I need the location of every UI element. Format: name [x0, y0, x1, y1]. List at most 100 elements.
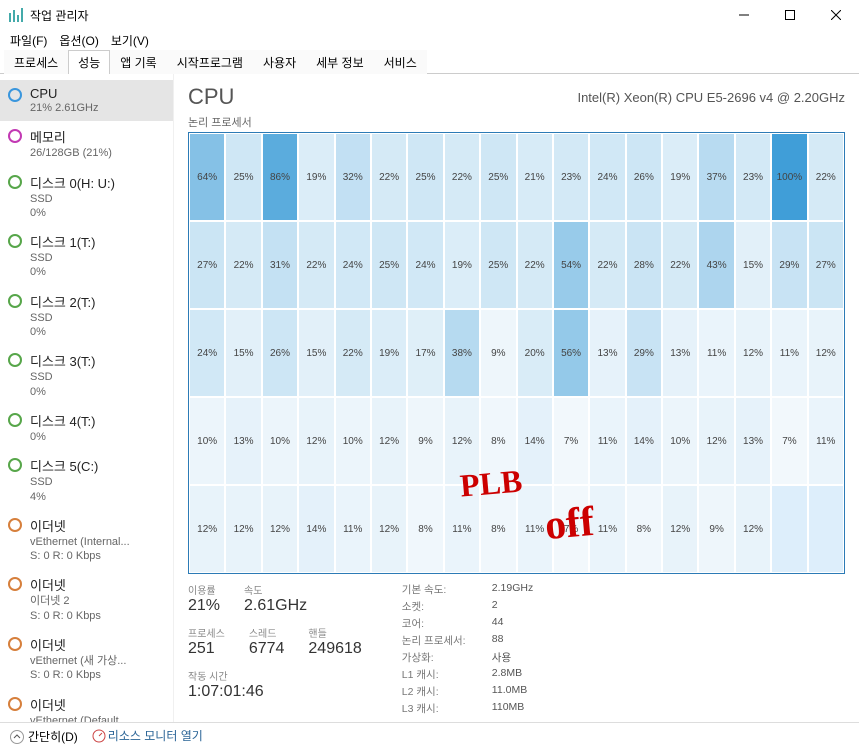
cpu-cell: 10%	[189, 397, 225, 485]
cpu-cell: 28%	[626, 221, 662, 309]
cpu-cell: 24%	[589, 133, 625, 221]
cpu-cell: 7%	[553, 485, 589, 573]
cpu-cell: 22%	[662, 221, 698, 309]
tab-5[interactable]: 세부 정보	[306, 50, 374, 74]
status-ring-icon	[8, 88, 22, 102]
titlebar: 작업 관리자	[0, 0, 859, 30]
sidebar-item-title: 디스크 2(T:)	[30, 292, 96, 311]
stat-value: 2.61GHz	[244, 597, 307, 615]
sidebar-item-sub: 4%	[30, 490, 98, 504]
sidebar-item-title: 메모리	[30, 127, 112, 146]
cpu-model: Intel(R) Xeon(R) CPU E5-2696 v4 @ 2.20GH…	[577, 90, 845, 105]
cpu-cell: 22%	[589, 221, 625, 309]
cpu-cell: 22%	[225, 221, 261, 309]
cpu-cell: 15%	[735, 221, 771, 309]
cpu-cell: 25%	[480, 221, 516, 309]
chevron-up-icon	[10, 730, 24, 744]
tab-0[interactable]: 프로세스	[4, 50, 68, 74]
status-ring-icon	[8, 129, 22, 143]
kv-label: 소켓:	[402, 599, 482, 614]
cpu-cell: 29%	[771, 221, 807, 309]
cpu-cell	[771, 485, 807, 573]
cpu-cell: 27%	[189, 221, 225, 309]
cpu-cell: 43%	[698, 221, 734, 309]
close-button[interactable]	[813, 0, 859, 30]
stat-label: 프로세스	[188, 625, 225, 640]
kv-value: 44	[492, 616, 533, 631]
tab-1[interactable]: 성능	[68, 50, 110, 74]
sidebar-item-sub: 이더넷 2	[30, 594, 101, 608]
resource-monitor-link[interactable]: 리소스 모니터 열기	[92, 727, 203, 745]
menu-options[interactable]: 옵션(O)	[55, 32, 102, 49]
sidebar-item-0[interactable]: CPU21% 2.61GHz	[0, 80, 173, 121]
cpu-cell: 24%	[335, 221, 371, 309]
cpu-cell: 56%	[553, 309, 589, 397]
window-title: 작업 관리자	[30, 7, 89, 24]
kv-value: 사용	[492, 650, 533, 665]
cpu-cell: 22%	[517, 221, 553, 309]
cpu-cell: 32%	[335, 133, 371, 221]
uptime-label: 작동 시간	[188, 668, 362, 683]
stats-left: 이용률21%속도2.61GHz 프로세스251스레드6774핸들249618 작…	[188, 582, 362, 716]
sidebar-item-sub: SSD	[30, 251, 96, 265]
sidebar-item-6[interactable]: 디스크 4(T:)0%	[0, 405, 173, 450]
menu-file[interactable]: 파일(F)	[6, 32, 51, 49]
status-ring-icon	[8, 518, 22, 532]
sidebar-item-1[interactable]: 메모리26/128GB (21%)	[0, 121, 173, 166]
app-icon	[8, 7, 24, 23]
cpu-cell: 31%	[262, 221, 298, 309]
sidebar-item-2[interactable]: 디스크 0(H: U:)SSD0%	[0, 167, 173, 227]
cpu-heatmap: 64%25%86%19%32%22%25%22%25%21%23%24%26%1…	[188, 132, 845, 574]
sidebar-item-9[interactable]: 이더넷이더넷 2S: 0 R: 0 Kbps	[0, 569, 173, 629]
kv-label: 가상화:	[402, 650, 482, 665]
maximize-button[interactable]	[767, 0, 813, 30]
cpu-cell: 21%	[517, 133, 553, 221]
sidebar-item-10[interactable]: 이더넷vEthernet (새 가상...S: 0 R: 0 Kbps	[0, 629, 173, 689]
cpu-cell: 15%	[298, 309, 334, 397]
stat-label: 이용률	[188, 582, 220, 597]
cpu-cell: 19%	[444, 221, 480, 309]
sidebar-item-sub: vEthernet (Internal...	[30, 535, 130, 549]
sidebar-item-5[interactable]: 디스크 3(T:)SSD0%	[0, 345, 173, 405]
sidebar-item-sub: 0%	[30, 265, 96, 279]
status-ring-icon	[8, 458, 22, 472]
cpu-cell: 11%	[335, 485, 371, 573]
tab-2[interactable]: 앱 기록	[110, 50, 166, 74]
cpu-cell: 12%	[262, 485, 298, 573]
tab-4[interactable]: 사용자	[253, 50, 306, 74]
cpu-cell: 12%	[189, 485, 225, 573]
sidebar-item-sub: S: 0 R: 0 Kbps	[30, 609, 101, 623]
sidebar-item-title: 이더넷	[30, 516, 130, 535]
footer: 간단히(D) 리소스 모니터 열기	[0, 722, 859, 750]
kv-value: 2	[492, 599, 533, 614]
cpu-cell: 26%	[262, 309, 298, 397]
sidebar: CPU21% 2.61GHz메모리26/128GB (21%)디스크 0(H: …	[0, 74, 174, 722]
sidebar-item-8[interactable]: 이더넷vEthernet (Internal...S: 0 R: 0 Kbps	[0, 510, 173, 570]
kv-label: L2 캐시:	[402, 684, 482, 699]
cpu-cell: 13%	[662, 309, 698, 397]
sidebar-item-sub: 0%	[30, 430, 96, 444]
cpu-cell: 13%	[735, 397, 771, 485]
stats-right: 기본 속도:2.19GHz소켓:2코어:44논리 프로세서:88가상화:사용L1…	[402, 582, 533, 716]
tab-6[interactable]: 서비스	[374, 50, 427, 74]
cpu-cell: 25%	[225, 133, 261, 221]
less-details-button[interactable]: 간단히(D)	[10, 728, 78, 745]
sidebar-item-sub: SSD	[30, 311, 96, 325]
cpu-cell: 12%	[662, 485, 698, 573]
sidebar-item-title: 디스크 1(T:)	[30, 232, 96, 251]
menu-view[interactable]: 보기(V)	[107, 32, 153, 49]
sidebar-item-11[interactable]: 이더넷vEthernet (Default...S: 0 R: 0 Kbps	[0, 689, 173, 722]
status-ring-icon	[8, 353, 22, 367]
cpu-cell: 24%	[407, 221, 443, 309]
cpu-cell: 19%	[662, 133, 698, 221]
sidebar-item-sub: 0%	[30, 206, 115, 220]
minimize-button[interactable]	[721, 0, 767, 30]
cpu-cell: 22%	[298, 221, 334, 309]
tab-3[interactable]: 시작프로그램	[167, 50, 253, 74]
cpu-cell: 17%	[407, 309, 443, 397]
sidebar-item-3[interactable]: 디스크 1(T:)SSD0%	[0, 226, 173, 286]
sidebar-item-7[interactable]: 디스크 5(C:)SSD4%	[0, 450, 173, 510]
sidebar-item-4[interactable]: 디스크 2(T:)SSD0%	[0, 286, 173, 346]
sidebar-item-sub: SSD	[30, 192, 115, 206]
cpu-cell: 12%	[371, 485, 407, 573]
